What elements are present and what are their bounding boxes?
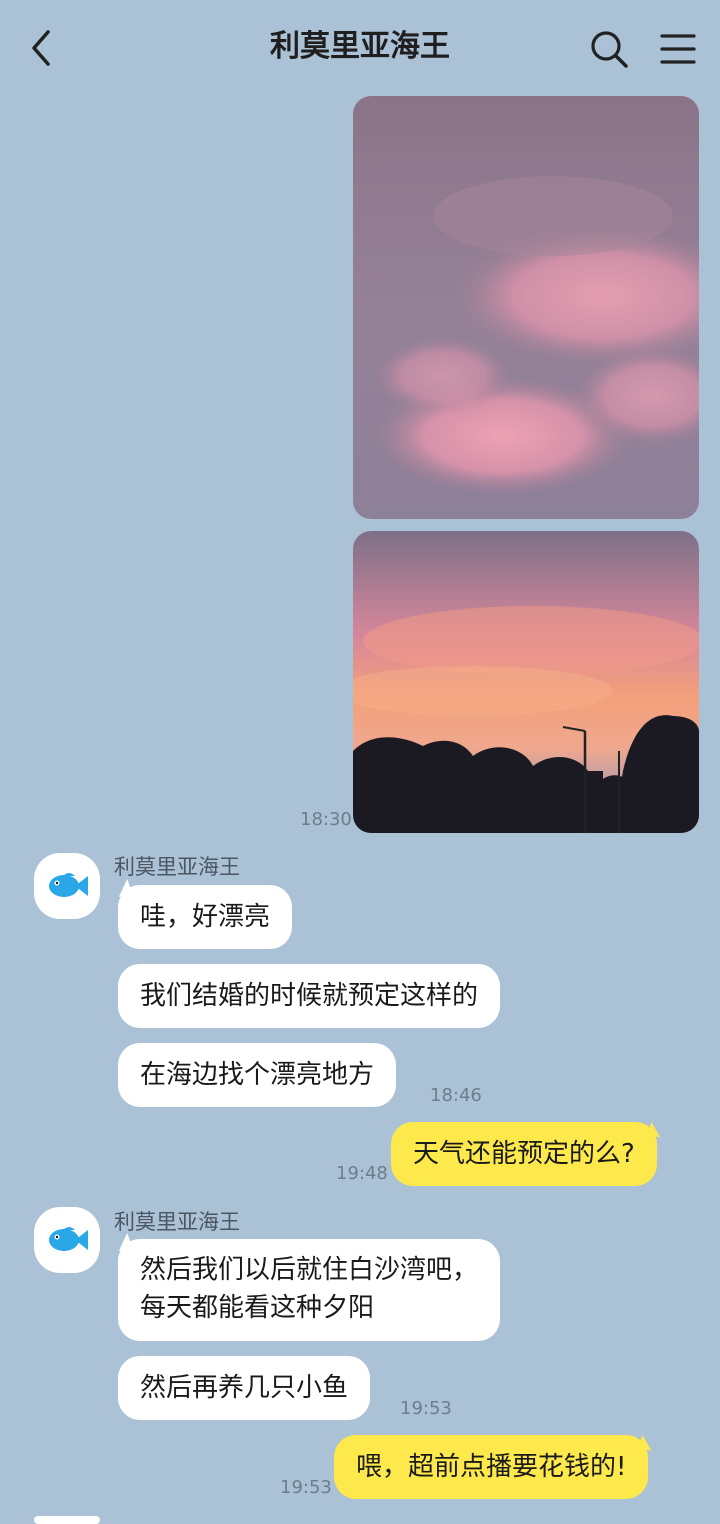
contact-avatar[interactable] bbox=[34, 1516, 100, 1524]
sender-name: 利莫里亚海王 bbox=[114, 855, 240, 879]
contact-avatar[interactable] bbox=[34, 853, 100, 919]
message-text: 哇，好漂亮 bbox=[140, 902, 271, 932]
message-text: 然后再养几只小鱼 bbox=[140, 1373, 349, 1403]
search-button[interactable] bbox=[588, 28, 630, 70]
menu-button[interactable] bbox=[658, 32, 698, 66]
sky-clouds-image bbox=[353, 96, 699, 519]
incoming-message-bubble[interactable]: 然后再养几只小鱼 bbox=[118, 1356, 371, 1420]
message-text-line: 每天都能看这种夕阳 bbox=[140, 1293, 375, 1323]
outgoing-message-bubble[interactable]: 喂，超前点播要花钱的! bbox=[334, 1435, 649, 1499]
message-time: 18:46 bbox=[430, 1085, 482, 1106]
chat-header: 利莫里亚海王 bbox=[0, 0, 720, 96]
message-text: 喂，超前点播要花钱的! bbox=[356, 1452, 627, 1482]
fish-icon bbox=[49, 873, 88, 897]
message-text-line: 然后我们以后就住白沙湾吧， bbox=[140, 1255, 479, 1285]
back-button[interactable] bbox=[22, 26, 62, 70]
incoming-message-bubble[interactable]: 哇，好漂亮 bbox=[118, 885, 293, 949]
search-icon bbox=[591, 31, 628, 68]
incoming-message-bubble[interactable]: 然后我们以后就住白沙湾吧， 每天都能看这种夕阳 bbox=[118, 1239, 501, 1341]
message-time: 18:30 bbox=[300, 809, 352, 830]
incoming-message-bubble[interactable]: 我们结婚的时候就预定这样的 bbox=[118, 964, 501, 1028]
message-time: 19:53 bbox=[280, 1477, 332, 1498]
incoming-message-bubble[interactable]: 在海边找个漂亮地方 bbox=[118, 1043, 397, 1107]
message-text: 在海边找个漂亮地方 bbox=[140, 1060, 375, 1090]
sender-name: 利莫里亚海王 bbox=[114, 1210, 240, 1234]
message-time: 19:48 bbox=[336, 1163, 388, 1184]
chevron-left-icon bbox=[32, 30, 50, 66]
fish-icon bbox=[49, 1227, 88, 1251]
contact-avatar[interactable] bbox=[34, 1207, 100, 1273]
sent-photo-sunset[interactable] bbox=[353, 531, 699, 833]
sent-photo-clouds[interactable] bbox=[353, 96, 699, 519]
message-text: 天气还能预定的么? bbox=[413, 1139, 635, 1169]
chat-title: 利莫里亚海王 bbox=[270, 29, 450, 64]
menu-icon bbox=[660, 34, 696, 64]
sunset-image bbox=[353, 531, 699, 833]
outgoing-message-bubble[interactable]: 天气还能预定的么? bbox=[391, 1122, 657, 1186]
message-time: 19:53 bbox=[400, 1398, 452, 1419]
message-text: 我们结婚的时候就预定这样的 bbox=[140, 981, 479, 1011]
